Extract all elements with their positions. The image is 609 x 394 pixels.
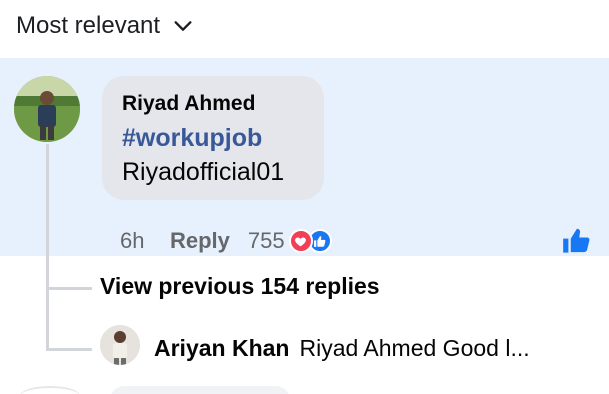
like-icon[interactable] bbox=[562, 227, 590, 255]
comment-author[interactable]: Riyad Ahmed bbox=[122, 92, 255, 116]
comment-text: Riyadofficial01 bbox=[122, 158, 285, 186]
reply-text: Riyad Ahmed Good l... bbox=[299, 335, 530, 361]
reaction-icons[interactable] bbox=[288, 229, 332, 253]
sort-dropdown[interactable]: Most relevant bbox=[16, 12, 194, 40]
next-comment-edge bbox=[110, 386, 290, 394]
reply-preview[interactable]: Ariyan Khan Riyad Ahmed Good l... bbox=[154, 335, 530, 362]
view-previous-replies-link[interactable]: View previous 154 replies bbox=[100, 273, 380, 300]
sort-bar: Most relevant bbox=[0, 0, 609, 58]
comment-time[interactable]: 6h bbox=[120, 228, 170, 254]
reaction-count[interactable]: 755 bbox=[248, 228, 285, 254]
comment-actions: 6h Reply 755 bbox=[120, 226, 332, 256]
profile-photo bbox=[100, 325, 140, 365]
next-avatar-edge bbox=[20, 386, 80, 394]
thread-connector bbox=[46, 348, 92, 351]
profile-photo bbox=[14, 76, 80, 142]
avatar[interactable] bbox=[100, 325, 140, 365]
reply-author[interactable]: Ariyan Khan bbox=[154, 335, 289, 361]
chevron-down-icon bbox=[174, 21, 192, 31]
comment-hashtag[interactable]: #workupjob bbox=[122, 124, 262, 153]
love-reaction-icon bbox=[288, 229, 313, 253]
reply-button[interactable]: Reply bbox=[170, 228, 230, 254]
thread-connector bbox=[46, 287, 92, 290]
sort-label: Most relevant bbox=[16, 12, 161, 39]
avatar[interactable] bbox=[14, 76, 80, 142]
thread-line bbox=[46, 144, 49, 350]
